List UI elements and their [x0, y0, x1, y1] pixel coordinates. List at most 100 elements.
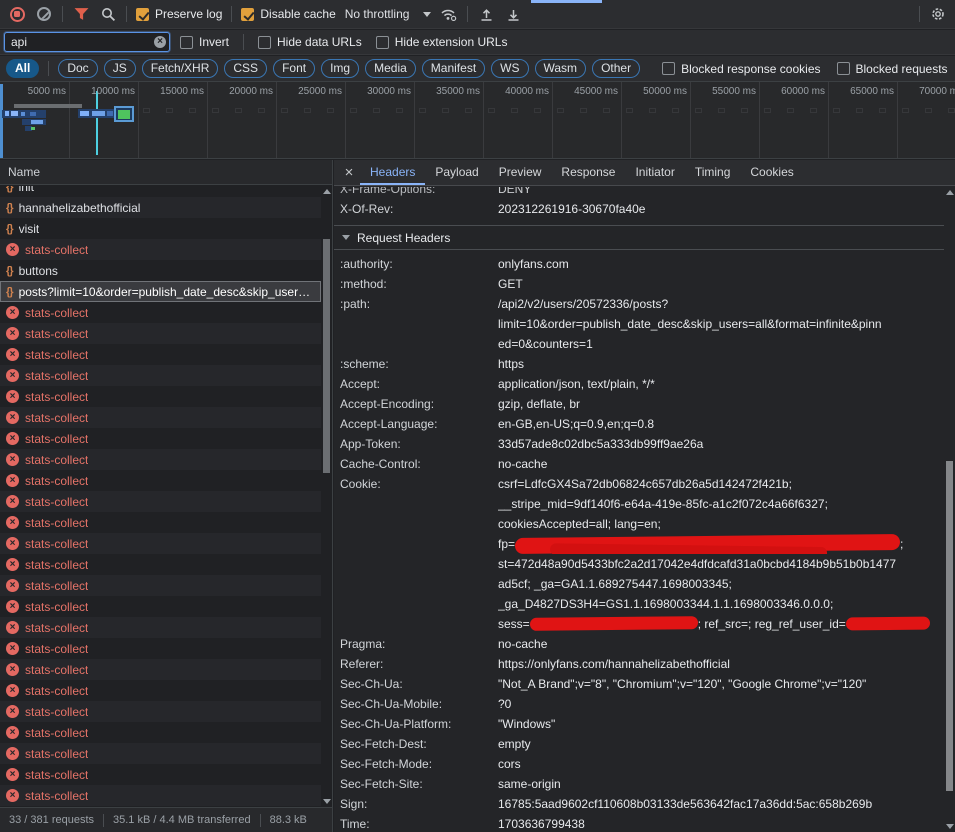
- filter-pill-font[interactable]: Font: [273, 59, 315, 78]
- clear-icon[interactable]: [35, 5, 53, 23]
- scrollbar-thumb[interactable]: [323, 239, 330, 473]
- request-row[interactable]: ×stats-collect: [0, 554, 321, 575]
- filter-checkbox-hide-data-urls[interactable]: Hide data URLs: [258, 35, 362, 49]
- scrollbar-thumb[interactable]: [946, 461, 953, 791]
- header-value: csrf=LdfcGX4Sa72db06824c657db26a5d142472…: [498, 474, 944, 634]
- request-row[interactable]: ×stats-collect: [0, 533, 321, 554]
- filter-pill-wasm[interactable]: Wasm: [535, 59, 587, 78]
- header-name: Accept-Encoding:: [340, 394, 498, 414]
- request-row[interactable]: ×stats-collect: [0, 365, 321, 386]
- tab-payload[interactable]: Payload: [425, 160, 488, 185]
- section-header-request-headers[interactable]: Request Headers: [334, 225, 944, 250]
- filter-icon[interactable]: [72, 5, 90, 23]
- filter-pill-other[interactable]: Other: [592, 59, 640, 78]
- tab-preview[interactable]: Preview: [489, 160, 552, 185]
- filter-checkbox-invert[interactable]: Invert: [180, 35, 229, 49]
- timeline-gridline: [483, 82, 484, 158]
- header-row: Sec-Fetch-Site:same-origin: [340, 774, 944, 794]
- header-name: Sec-Fetch-Mode:: [340, 754, 498, 774]
- request-row[interactable]: ×stats-collect: [0, 659, 321, 680]
- tab-response[interactable]: Response: [551, 160, 625, 185]
- request-label: init: [19, 186, 34, 194]
- filter-pill-ws[interactable]: WS: [491, 59, 528, 78]
- request-row[interactable]: ×stats-collect: [0, 743, 321, 764]
- request-row[interactable]: ×stats-collect: [0, 239, 321, 260]
- scroll-up-icon[interactable]: [323, 189, 331, 194]
- filter-input[interactable]: [4, 32, 170, 52]
- request-row[interactable]: ×stats-collect: [0, 470, 321, 491]
- timeline-left-handle[interactable]: [0, 84, 3, 158]
- request-label: stats-collect: [25, 558, 88, 572]
- filter-pill-all[interactable]: All: [6, 59, 39, 78]
- header-value-line: fp=;: [498, 534, 944, 554]
- request-row[interactable]: ×stats-collect: [0, 491, 321, 512]
- scroll-down-icon[interactable]: [946, 824, 954, 829]
- request-row[interactable]: ×stats-collect: [0, 785, 321, 806]
- request-label: visit: [19, 222, 40, 236]
- filter-pill-doc[interactable]: Doc: [58, 59, 97, 78]
- tab-initiator[interactable]: Initiator: [625, 160, 684, 185]
- section-label: Request Headers: [357, 231, 450, 245]
- header-row: :method:GET: [340, 274, 944, 294]
- throttling-select[interactable]: No throttling: [345, 7, 432, 21]
- tab-headers[interactable]: Headers: [360, 160, 425, 185]
- header-value-line: en-GB,en-US;q=0.9,en;q=0.8: [498, 414, 944, 434]
- search-icon[interactable]: [99, 5, 117, 23]
- timeline-ghost-mark: [373, 108, 380, 113]
- filter-pill-js[interactable]: JS: [104, 59, 136, 78]
- scroll-up-icon[interactable]: [946, 190, 954, 195]
- tab-timing[interactable]: Timing: [685, 160, 741, 185]
- settings-gear-icon[interactable]: [929, 5, 947, 23]
- network-conditions-icon[interactable]: [440, 5, 458, 23]
- scroll-down-icon[interactable]: [323, 799, 331, 804]
- import-har-icon[interactable]: [477, 5, 495, 23]
- request-row[interactable]: {}visit: [0, 218, 321, 239]
- request-row[interactable]: {}init: [0, 186, 321, 197]
- request-row[interactable]: ×stats-collect: [0, 680, 321, 701]
- record-icon[interactable]: [8, 5, 26, 23]
- request-row[interactable]: {}buttons: [0, 260, 321, 281]
- filter-checkbox-blocked-response-cookies[interactable]: Blocked response cookies: [662, 62, 820, 76]
- request-row[interactable]: ×stats-collect: [0, 638, 321, 659]
- network-overview-timeline[interactable]: 5000 ms10000 ms15000 ms20000 ms25000 ms3…: [0, 82, 955, 159]
- filter-pill-media[interactable]: Media: [365, 59, 416, 78]
- request-row[interactable]: ×stats-collect: [0, 323, 321, 344]
- request-row[interactable]: ×stats-collect: [0, 764, 321, 785]
- request-row[interactable]: {}hannahelizabethofficial: [0, 197, 321, 218]
- tab-cookies[interactable]: Cookies: [740, 160, 803, 185]
- clear-filter-icon[interactable]: ×: [154, 36, 166, 48]
- waterfall-bar: [92, 111, 105, 116]
- request-row[interactable]: ×stats-collect: [0, 701, 321, 722]
- disable-cache-checkbox[interactable]: Disable cache: [241, 7, 335, 21]
- request-row[interactable]: ×stats-collect: [0, 575, 321, 596]
- request-row[interactable]: ×stats-collect: [0, 449, 321, 470]
- request-row[interactable]: ×stats-collect: [0, 344, 321, 365]
- header-value: application/json, text/plain, */*: [498, 374, 944, 394]
- filter-pill-manifest[interactable]: Manifest: [422, 59, 485, 78]
- timeline-ghost-mark: [212, 108, 219, 113]
- header-value-line: ed=0&counters=1: [498, 334, 944, 354]
- filter-pill-css[interactable]: CSS: [224, 59, 267, 78]
- request-row[interactable]: ×stats-collect: [0, 428, 321, 449]
- details-scrollbar[interactable]: [944, 187, 955, 832]
- close-icon[interactable]: ×: [338, 160, 360, 185]
- filter-checkbox-blocked-requests[interactable]: Blocked requests: [837, 62, 948, 76]
- filter-pill-img[interactable]: Img: [321, 59, 359, 78]
- preserve-log-checkbox[interactable]: Preserve log: [136, 7, 222, 21]
- request-row[interactable]: ×stats-collect: [0, 407, 321, 428]
- filter-pill-fetch-xhr[interactable]: Fetch/XHR: [142, 59, 219, 78]
- request-row[interactable]: {}posts?limit=10&order=publish_date_desc…: [0, 281, 321, 302]
- redaction-scribble: [530, 616, 698, 631]
- timeline-ghost-mark: [235, 108, 242, 113]
- name-column-header[interactable]: Name: [0, 160, 332, 185]
- request-row[interactable]: ×stats-collect: [0, 386, 321, 407]
- filter-checkbox-hide-extension-urls[interactable]: Hide extension URLs: [376, 35, 508, 49]
- request-list-scrollbar[interactable]: [321, 186, 332, 807]
- request-row[interactable]: ×stats-collect: [0, 617, 321, 638]
- request-row[interactable]: ×stats-collect: [0, 596, 321, 617]
- request-row[interactable]: ×stats-collect: [0, 722, 321, 743]
- export-har-icon[interactable]: [504, 5, 522, 23]
- request-row[interactable]: ×stats-collect: [0, 302, 321, 323]
- request-row[interactable]: ×stats-collect: [0, 512, 321, 533]
- header-value: no-cache: [498, 454, 944, 474]
